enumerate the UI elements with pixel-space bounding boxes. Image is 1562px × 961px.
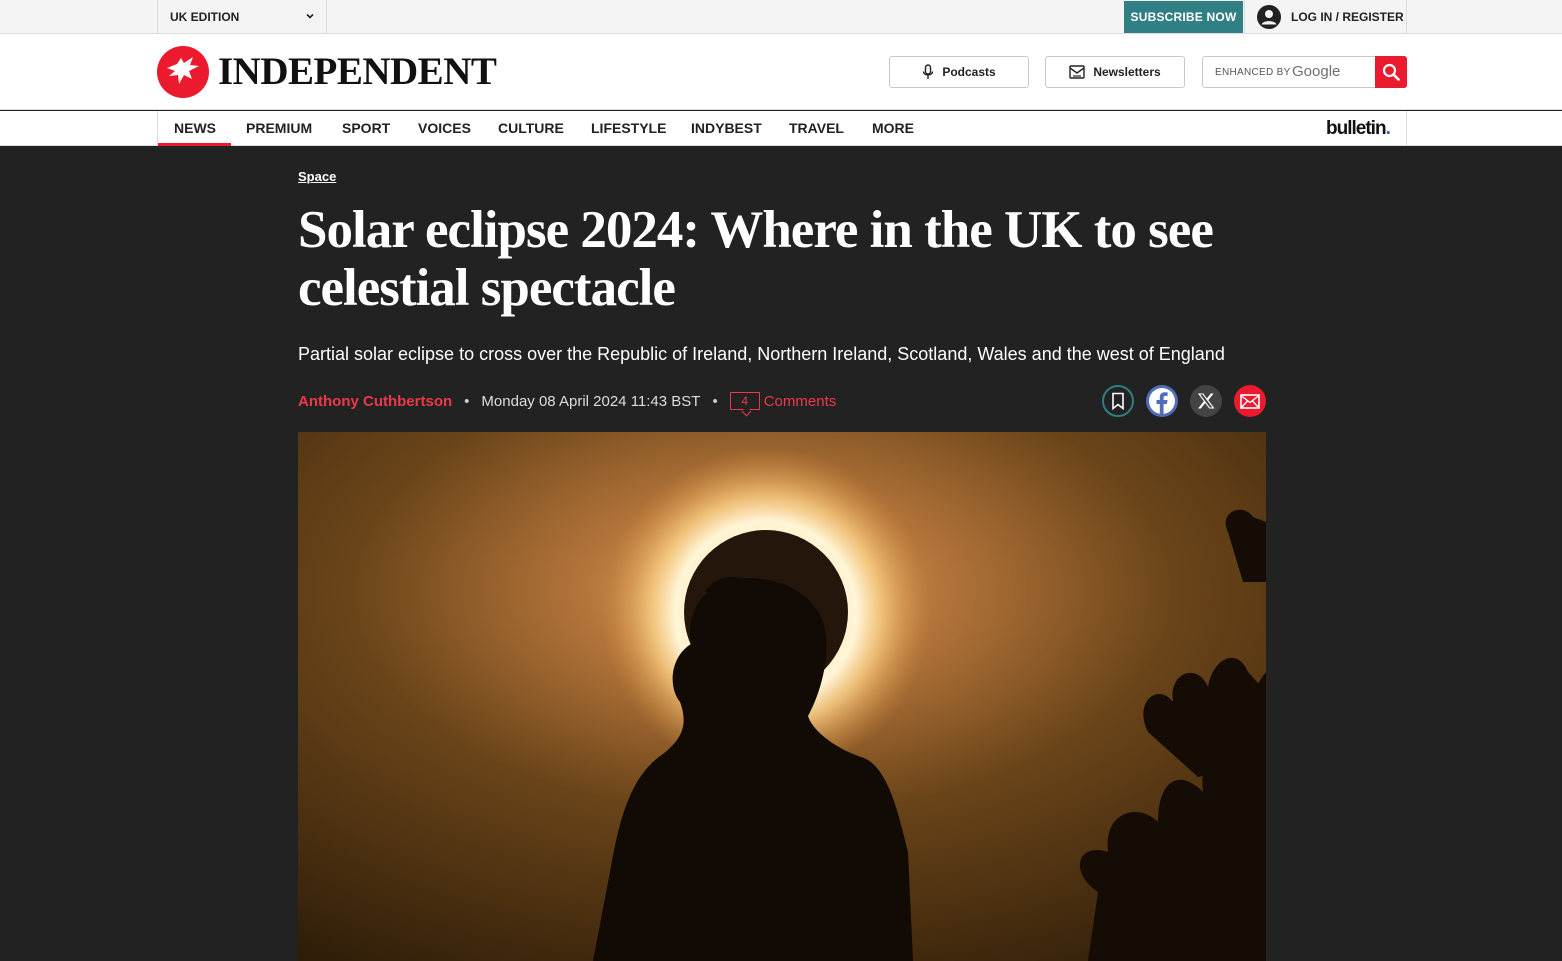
masthead: INDEPENDENT Podcasts Newsletters Google [0,34,1562,110]
microphone-icon [923,64,934,79]
section-link[interactable]: Space [298,169,336,184]
nav-item-voices[interactable]: VOICES [418,111,471,146]
newsletters-label: Newsletters [1093,65,1161,79]
article-byline: Anthony Cuthbertson • Monday 08 April 20… [298,391,836,411]
main-navigation: NEWS PREMIUM SPORT VOICES CULTURE LIFEST… [0,111,1562,146]
login-register-link[interactable]: LOG IN / REGISTER [1244,0,1407,34]
comment-count-badge[interactable]: 4 [729,392,760,410]
chevron-down-icon [306,13,314,19]
eagle-logo-icon[interactable] [157,46,209,98]
user-avatar-icon [1257,5,1281,29]
nav-item-premium[interactable]: PREMIUM [246,111,312,146]
bulletin-dot: . [1385,118,1391,139]
brand-wordmark[interactable]: INDEPENDENT [218,52,497,92]
nav-item-lifestyle[interactable]: LIFESTYLE [591,111,666,146]
byline-separator: • [712,392,718,410]
facebook-share-button[interactable] [1146,385,1178,417]
subscribe-button[interactable]: SUBSCRIBE NOW [1124,1,1243,33]
top-bar: UK EDITION SUBSCRIBE NOW LOG IN / REGIST… [0,0,1562,34]
comments-link[interactable]: Comments [764,393,837,410]
author-link[interactable]: Anthony Cuthbertson [298,393,452,410]
nav-item-travel[interactable]: TRAVEL [789,111,844,146]
search-button[interactable] [1375,56,1407,88]
newsletter-icon [1069,65,1086,79]
bulletin-logo[interactable]: bulletin. [1326,118,1391,140]
article-standfirst: Partial solar eclipse to cross over the … [298,344,1225,364]
podcasts-button[interactable]: Podcasts [889,56,1029,88]
search-input[interactable] [1203,57,1375,87]
facebook-icon [1149,388,1175,415]
email-share-button[interactable] [1234,385,1266,417]
x-icon [1197,393,1215,409]
eclipse-silhouette-image [298,432,1266,961]
nav-item-sport[interactable]: SPORT [342,111,390,146]
nav-item-more[interactable]: MORE [872,111,914,146]
search-icon [1382,63,1400,81]
edition-selector[interactable]: UK EDITION [157,0,327,34]
email-icon [1240,393,1260,409]
byline-separator: • [464,392,470,410]
publish-date: Monday 08 April 2024 11:43 BST [481,392,701,410]
article-headline: Solar eclipse 2024: Where in the UK to s… [298,201,1214,317]
edition-label: UK EDITION [170,10,240,24]
login-label: LOG IN / REGISTER [1291,10,1404,24]
x-share-button[interactable] [1190,385,1222,417]
bookmark-button[interactable] [1102,385,1134,417]
bulletin-wordmark: bulletin [1326,118,1387,139]
nav-item-culture[interactable]: CULTURE [498,111,564,146]
newsletters-button[interactable]: Newsletters [1045,56,1185,88]
podcasts-label: Podcasts [942,65,996,79]
nav-item-news[interactable]: NEWS [158,111,231,146]
bookmark-icon [1112,392,1124,410]
nav-item-indybest[interactable]: INDYBEST [691,111,762,146]
hero-image [298,432,1266,961]
